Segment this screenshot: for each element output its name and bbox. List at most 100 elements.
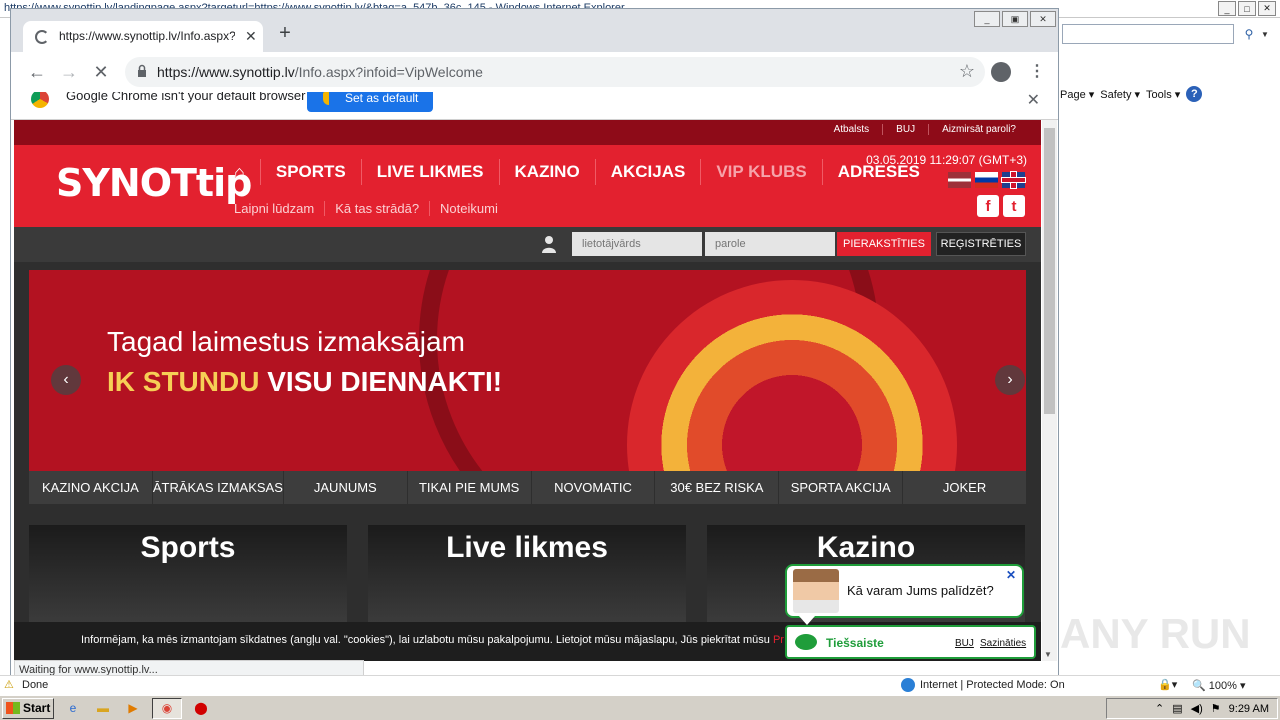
media-player-icon[interactable]: ▶ — [122, 698, 144, 719]
category-tab[interactable]: NOVOMATIC — [531, 471, 655, 504]
stop-icon[interactable]: ⬤ — [190, 698, 212, 719]
ie-page-menu[interactable]: Page ▾ — [1060, 88, 1094, 101]
scrollbar-thumb[interactable] — [1044, 128, 1055, 414]
chrome-taskbar-icon[interactable]: ◉ — [152, 697, 182, 719]
search-icon[interactable]: ⚲ — [1238, 24, 1260, 44]
nav-kazino[interactable]: KAZINO — [498, 159, 595, 185]
tab-close-icon[interactable]: ✕ — [245, 28, 257, 45]
category-tab[interactable]: ĀTRĀKAS IZMAKSAS — [152, 471, 283, 504]
url-text: https://www.synottip.lv/Info.aspx?infoid… — [157, 64, 483, 80]
page-scrollbar[interactable]: ▼ — [1042, 120, 1057, 661]
profile-icon[interactable] — [991, 62, 1011, 82]
close-icon[interactable]: ✕ — [1030, 11, 1056, 27]
start-button[interactable]: Start — [2, 697, 54, 719]
chat-faq-link[interactable]: BUJ — [955, 638, 974, 649]
default-browser-infobar: Google Chrome isn't your default browser… — [11, 92, 1058, 120]
chevron-right-icon[interactable]: › — [995, 365, 1025, 395]
category-tab[interactable]: KAZINO AKCIJA — [29, 471, 152, 504]
chat-invite[interactable]: Kā varam Jums palīdzēt? ✕ — [785, 564, 1024, 618]
forward-icon[interactable]: → — [57, 60, 81, 84]
site-logo[interactable]: SYNOTtip — [56, 161, 252, 205]
russian-flag-icon[interactable] — [975, 172, 998, 188]
promo-category-bar: KAZINO AKCIJA ĀTRĀKAS IZMAKSAS JAUNUMS T… — [29, 471, 1026, 504]
back-icon[interactable]: ← — [25, 60, 49, 84]
cookie-text: Informējam, ka mēs izmantojam sīkdatnes … — [81, 634, 784, 646]
minimize-icon[interactable]: _ — [1218, 1, 1236, 16]
login-bar: PIERAKSTĪTIES REĢISTRĒTIES — [14, 227, 1041, 262]
tile-sports[interactable]: Sports — [29, 525, 347, 625]
register-button[interactable]: REĢISTRĒTIES — [936, 232, 1026, 256]
login-button[interactable]: PIERAKSTĪTIES — [837, 232, 931, 256]
subnav-welcome[interactable]: Laipni lūdzam — [224, 201, 324, 216]
tile-title: Live likmes — [446, 531, 608, 564]
page-viewport: Atbalsts BUJ Aizmirsāt paroli? SYNOTtip … — [14, 120, 1041, 661]
subnav-rules[interactable]: Noteikumi — [429, 201, 508, 216]
facebook-icon[interactable]: f — [977, 195, 999, 217]
forgot-password-link[interactable]: Aizmirsāt paroli? — [928, 124, 1029, 135]
help-icon[interactable]: ? — [1186, 86, 1203, 102]
bookmark-star-icon[interactable]: ☆ — [959, 61, 975, 82]
action-center-flag-icon[interactable]: ⚑ — [1211, 702, 1221, 715]
promo-banner[interactable]: Tagad laimestus izmaksājam IK STUNDU VIS… — [29, 270, 1026, 471]
chat-agent-avatar — [793, 569, 839, 613]
ie-window-controls: _ □ ✕ — [1218, 1, 1276, 16]
tab-title: https://www.synottip.lv/Info.aspx?i — [59, 29, 235, 43]
ie-search-input[interactable] — [1062, 24, 1234, 44]
category-tab[interactable]: JAUNUMS — [283, 471, 407, 504]
infobar-close-icon[interactable]: ✕ — [1027, 92, 1040, 110]
home-icon[interactable]: ⌂ — [224, 159, 260, 185]
security-zone[interactable]: Internet | Protected Mode: On — [920, 679, 1065, 691]
ie-taskbar-icon[interactable]: e — [62, 698, 84, 719]
twitter-icon[interactable]: t — [1003, 195, 1025, 217]
clock[interactable]: 9:29 AM — [1229, 703, 1269, 715]
password-input[interactable] — [705, 232, 835, 256]
maximize-icon[interactable]: □ — [1238, 1, 1256, 16]
zoom-level[interactable]: 🔍 100% ▾ — [1192, 679, 1245, 692]
scroll-down-icon[interactable]: ▼ — [1044, 650, 1052, 659]
kebab-menu-icon[interactable]: ⋮ — [1027, 62, 1047, 82]
loading-spinner-icon — [35, 30, 49, 44]
cookie-privacy-link[interactable]: Pr — [773, 634, 784, 646]
chat-close-icon[interactable]: ✕ — [1006, 568, 1016, 582]
category-tab[interactable]: TIKAI PIE MUMS — [407, 471, 531, 504]
chrome-window-controls: _ ▣ ✕ — [974, 11, 1056, 27]
support-link[interactable]: Atbalsts — [821, 124, 883, 135]
nav-live-likmes[interactable]: LIVE LIKMES — [360, 159, 499, 185]
ie-tools-menu[interactable]: Tools ▾ — [1146, 88, 1180, 101]
category-tab[interactable]: JOKER — [903, 471, 1026, 504]
tile-live-likmes[interactable]: Live likmes — [368, 525, 686, 625]
new-tab-button[interactable]: + — [275, 23, 295, 43]
shield-icon — [323, 92, 335, 105]
username-input[interactable] — [572, 232, 702, 256]
chevron-left-icon[interactable]: ‹ — [51, 365, 81, 395]
lock-icon — [138, 64, 146, 77]
tray-expand-icon[interactable]: ⌃ — [1155, 702, 1164, 715]
address-bar[interactable]: https://www.synottip.lv/Info.aspx?infoid… — [125, 57, 985, 87]
faq-link[interactable]: BUJ — [882, 124, 928, 135]
volume-icon[interactable]: ◀) — [1191, 702, 1203, 715]
chat-question: Kā varam Jums palīdzēt? — [847, 583, 994, 598]
subnav-how-it-works[interactable]: Kā tas strādā? — [324, 201, 429, 216]
stop-loading-icon[interactable]: ✕ — [89, 60, 113, 84]
nav-akcijas[interactable]: AKCIJAS — [594, 159, 701, 185]
network-icon[interactable]: ▤ — [1172, 702, 1182, 715]
folder-icon[interactable]: ▬ — [92, 698, 114, 719]
category-tab[interactable]: SPORTA AKCIJA — [779, 471, 903, 504]
nav-vip-klubs[interactable]: VIP KLUBS — [700, 159, 821, 185]
protected-mode-icon[interactable]: 🔒▾ — [1158, 678, 1177, 691]
restore-icon[interactable]: ▣ — [1002, 11, 1028, 27]
chat-widget[interactable]: Tiešsaiste BUJ Sazināties — [785, 625, 1036, 659]
english-flag-icon[interactable] — [1002, 172, 1025, 188]
banner-subheadline: IK STUNDU VISU DIENNAKTI! — [107, 366, 502, 398]
minimize-icon[interactable]: _ — [974, 11, 1000, 27]
set-default-button[interactable]: Set as default — [307, 92, 433, 112]
chevron-down-icon[interactable]: ▼ — [1258, 24, 1272, 44]
infobar-message: Google Chrome isn't your default browser — [66, 92, 306, 103]
close-icon[interactable]: ✕ — [1258, 1, 1276, 16]
category-tab[interactable]: 30€ BEZ RISKA — [655, 471, 779, 504]
ie-safety-menu[interactable]: Safety ▾ — [1100, 88, 1140, 101]
tab-active[interactable]: https://www.synottip.lv/Info.aspx?i ✕ — [23, 21, 263, 53]
nav-sports[interactable]: SPORTS — [259, 159, 361, 185]
chat-contact-link[interactable]: Sazināties — [980, 638, 1026, 649]
latvian-flag-icon[interactable] — [948, 172, 971, 188]
